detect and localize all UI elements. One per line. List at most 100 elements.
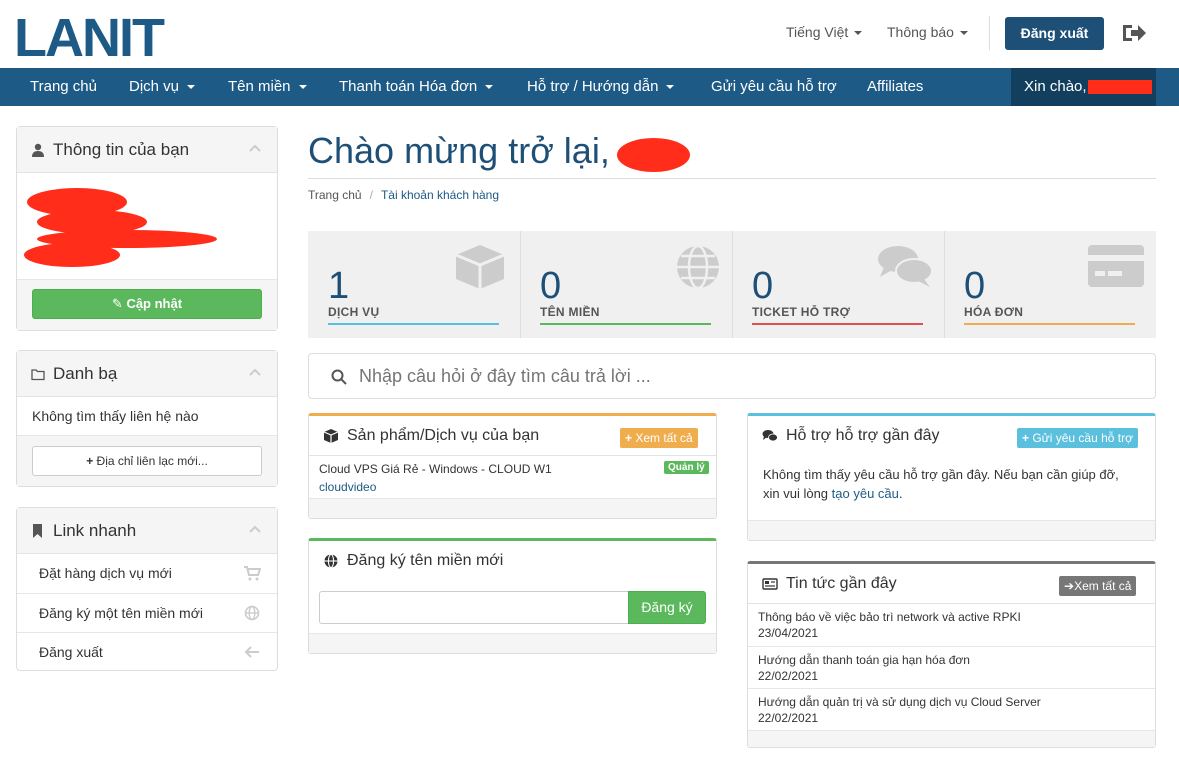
- card-header: Hỗ trợ hỗ trợ gần đây + Gửi yêu cầu hỗ t…: [748, 416, 1155, 456]
- language-dropdown[interactable]: Tiếng Việt: [786, 24, 863, 40]
- button-label: Gửi yêu cầu hỗ trợ: [1032, 431, 1133, 445]
- plus-icon: +: [1022, 431, 1033, 445]
- card-header: Tin tức gần đây ➔Xem tất cả: [748, 564, 1155, 604]
- tile-accent-bar: [752, 323, 923, 325]
- product-domain[interactable]: cloudvideo: [319, 480, 376, 494]
- news-item[interactable]: Hướng dẫn quản trị và sử dụng dịch vụ Cl…: [748, 688, 1155, 730]
- nav-item-services[interactable]: Dịch vụ: [129, 68, 196, 106]
- redacted-username: [1088, 80, 1152, 94]
- nav-label: Trang chủ: [30, 78, 97, 95]
- breadcrumb-home[interactable]: Trang chủ: [308, 188, 362, 202]
- button-label: Địa chỉ liên lạc mới...: [96, 454, 208, 468]
- quicklink-logout[interactable]: Đăng xuất: [17, 632, 277, 671]
- update-info-button[interactable]: ✎ Cập nhật: [32, 289, 262, 319]
- globe-icon: [677, 244, 719, 290]
- news-item[interactable]: Thông báo về việc bảo trì network và act…: [748, 604, 1155, 646]
- panel-header[interactable]: Link nhanh: [17, 508, 277, 554]
- kb-search-input[interactable]: [359, 362, 1139, 390]
- newspaper-icon: [762, 578, 778, 590]
- nav-item-billing[interactable]: Thanh toán Hóa đơn: [339, 68, 494, 106]
- card-register-domain: Đăng ký tên miền mới Đăng ký: [308, 538, 717, 654]
- chevron-down-icon: [187, 85, 196, 90]
- quicklink-label: Đăng ký một tên miền mới: [39, 605, 204, 621]
- nav-label: Dịch vụ: [129, 78, 180, 95]
- card-title: Tin tức gần đây: [786, 575, 897, 592]
- domain-search-input[interactable]: [319, 591, 629, 624]
- user-icon: [32, 143, 44, 157]
- panel-title: Danh bạ: [53, 364, 118, 383]
- nav-item-affiliates[interactable]: Affiliates: [867, 68, 923, 106]
- news-title: Thông báo về việc bảo trì network và act…: [758, 610, 1021, 624]
- card-title: Đăng ký tên miền mới: [347, 552, 504, 569]
- new-contact-button[interactable]: + Địa chỉ liên lạc mới...: [32, 446, 262, 476]
- chevron-up-icon[interactable]: [249, 368, 261, 376]
- panel-quick-links: Link nhanh Đặt hàng dịch vụ mới Đăng ký …: [16, 507, 278, 671]
- tile-label: HÓA ĐƠN: [964, 305, 1024, 319]
- pencil-icon: ✎: [111, 296, 127, 311]
- view-all-products-button[interactable]: + Xem tất cả: [620, 428, 698, 448]
- card-footer: [309, 633, 716, 653]
- plus-icon: +: [86, 454, 97, 468]
- nav-item-domains[interactable]: Tên miền: [228, 68, 307, 106]
- chevron-down-icon: [959, 31, 968, 36]
- redacted-user-info: [24, 188, 217, 267]
- sign-out-icon[interactable]: [1121, 22, 1147, 44]
- arrow-left-icon: [244, 646, 259, 658]
- manage-badge[interactable]: Quản lý: [664, 461, 709, 474]
- view-all-news-button[interactable]: ➔Xem tất cả: [1059, 576, 1137, 596]
- search-icon: [331, 369, 347, 385]
- card-recent-support: Hỗ trợ hỗ trợ gần đây + Gửi yêu cầu hỗ t…: [747, 413, 1156, 541]
- quicklink-label: Đặt hàng dịch vụ mới: [39, 565, 172, 581]
- news-date: 23/04/2021: [758, 626, 819, 640]
- register-domain-button[interactable]: Đăng ký: [628, 591, 706, 624]
- arrow-right-icon: ➔: [1064, 579, 1075, 593]
- nav-label: Affiliates: [867, 78, 924, 95]
- panel-header[interactable]: Danh bạ: [17, 351, 277, 397]
- header-divider: [989, 16, 990, 50]
- product-row[interactable]: Cloud VPS Giá Rẻ - Windows - CLOUD W1 cl…: [309, 456, 716, 496]
- bookmark-icon: [33, 524, 42, 538]
- quicklink-order-service[interactable]: Đặt hàng dịch vụ mới: [17, 554, 277, 593]
- title-divider: [308, 178, 1156, 179]
- tile-accent-bar: [328, 323, 499, 325]
- tile-invoices[interactable]: 0 HÓA ĐƠN: [944, 231, 1156, 338]
- tile-value: 0: [752, 265, 774, 307]
- credit-card-icon: [1088, 245, 1144, 287]
- chevron-up-icon[interactable]: [249, 144, 261, 152]
- panel-header[interactable]: Thông tin của bạn: [17, 127, 277, 173]
- nav-label: Hỗ trợ / Hướng dẫn: [527, 78, 659, 95]
- nav-label: Gửi yêu cầu hỗ trợ: [711, 78, 837, 95]
- greeting-label: Xin chào,: [1024, 78, 1087, 95]
- redacted-name: [617, 138, 690, 172]
- lanit-logo[interactable]: LANIT: [14, 8, 194, 60]
- nav-item-support[interactable]: Hỗ trợ / Hướng dẫn: [527, 68, 675, 106]
- tile-label: TICKET HỖ TRỢ: [752, 305, 851, 319]
- card-footer: [309, 498, 716, 518]
- tile-services[interactable]: 1 DỊCH VỤ: [308, 231, 520, 338]
- quicklink-label: Đăng xuất: [39, 644, 103, 660]
- chevron-down-icon: [854, 31, 863, 36]
- stats-tiles: 1 DỊCH VỤ 0 TÊN MIỀN 0 TICKET HỖ TRỢ 0 H…: [308, 231, 1156, 338]
- tile-value: 0: [964, 265, 986, 307]
- tile-domains[interactable]: 0 TÊN MIỀN: [520, 231, 732, 338]
- main-navbar: Trang chủ Dịch vụ Tên miền Thanh toán Hó…: [0, 68, 1179, 106]
- support-empty-line-1: Không tìm thấy yêu cầu hỗ trợ gần đây. N…: [763, 467, 1119, 482]
- support-empty-line-2: xin vui lòng: [763, 486, 829, 501]
- open-ticket-button[interactable]: + Gửi yêu cầu hỗ trợ: [1017, 428, 1138, 448]
- tile-accent-bar: [964, 323, 1135, 325]
- news-item[interactable]: Hướng dẫn thanh toán gia hạn hóa đơn 22/…: [748, 646, 1155, 688]
- card-title: Hỗ trợ hỗ trợ gần đây: [786, 427, 940, 444]
- card-title: Sản phẩm/Dịch vụ của bạn: [347, 427, 540, 444]
- chevron-up-icon[interactable]: [249, 525, 261, 533]
- notifications-dropdown[interactable]: Thông báo: [887, 24, 968, 40]
- create-ticket-link[interactable]: tạo yêu cầu: [832, 486, 899, 501]
- news-title: Hướng dẫn quản trị và sử dụng dịch vụ Cl…: [758, 695, 1041, 709]
- breadcrumb-current[interactable]: Tài khoản khách hàng: [381, 188, 499, 202]
- quicklink-register-domain[interactable]: Đăng ký một tên miền mới: [17, 593, 277, 632]
- nav-item-open-ticket[interactable]: Gửi yêu cầu hỗ trợ: [711, 68, 837, 106]
- language-label: Tiếng Việt: [786, 24, 849, 40]
- logout-button[interactable]: Đăng xuất: [1005, 17, 1104, 50]
- tile-tickets[interactable]: 0 TICKET HỖ TRỢ: [732, 231, 944, 338]
- card-header: Sản phẩm/Dịch vụ của bạn + Xem tất cả: [309, 416, 716, 456]
- nav-item-home[interactable]: Trang chủ: [30, 68, 97, 106]
